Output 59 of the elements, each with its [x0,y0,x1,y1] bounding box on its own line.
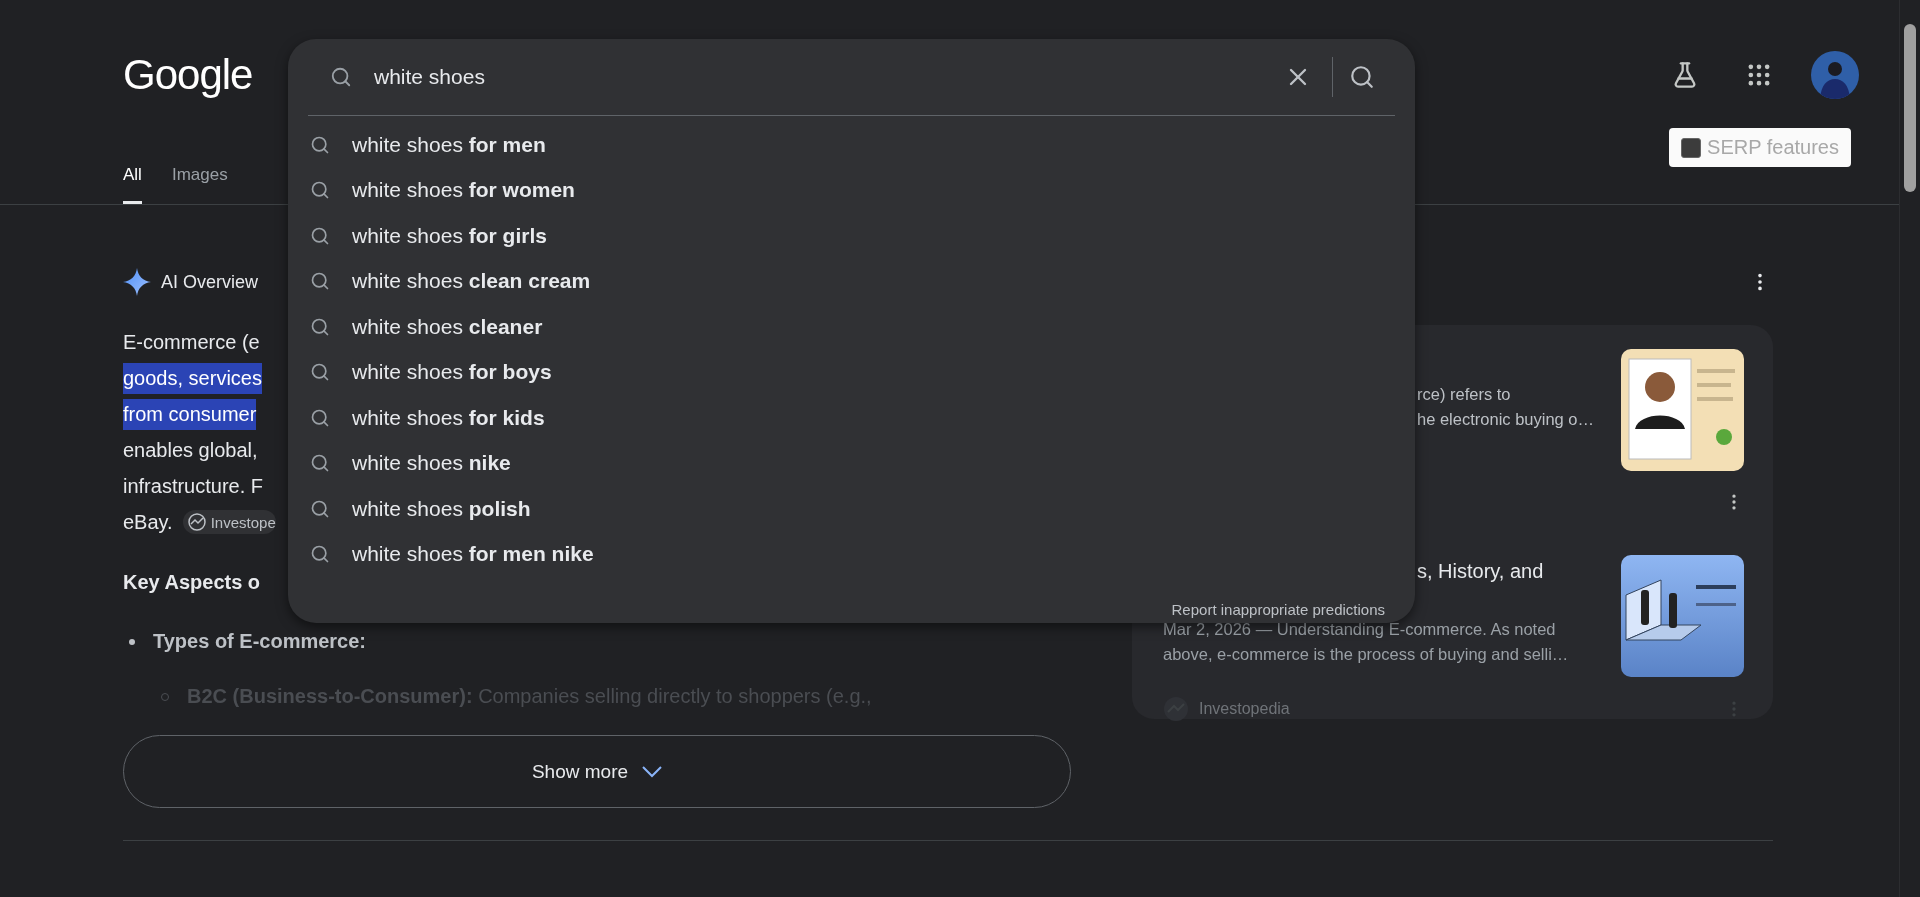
source-snippet: he electronic buying o… [1416,409,1596,430]
overview-text: from consumer [123,398,257,430]
suggestion-text[interactable]: white shoes for men nike [352,542,594,567]
search-icon [310,544,330,565]
suggestion-item[interactable]: white shoes nike [288,440,1415,486]
search-icon [310,407,330,428]
suggestion-text[interactable]: white shoes nike [352,451,511,476]
report-link[interactable]: Report inappropriate predictions [1171,600,1385,620]
suggestion-item[interactable]: white shoes polish [288,486,1415,532]
suggestion-text[interactable]: white shoes clean cream [352,269,591,294]
search-icon [330,66,352,88]
suggestion-text[interactable]: white shoes cleaner [352,314,543,339]
suggestion-item[interactable]: white shoes for men [288,122,1415,168]
overview-text: infrastructure. F [123,473,264,499]
suggestion-item[interactable]: white shoes clean cream [288,258,1415,304]
source-snippet: above, e-commerce is the process of buying and selli… [1163,644,1570,665]
avatar[interactable] [1811,51,1859,99]
ai-overview-title: AI Overview [161,271,259,293]
suggestion-text[interactable]: white shoes for boys [352,360,552,385]
source-snippet: rce) refers to [1416,384,1512,405]
suggestion-item[interactable]: white shoes cleaner [288,304,1415,350]
show-more-button[interactable]: Show more [123,735,1071,808]
search-icon [310,271,330,292]
suggestion-text[interactable]: white shoes for women [352,178,575,203]
suggestion-item[interactable]: white shoes for girls [288,213,1415,259]
search-icon [310,316,330,337]
search-icon [310,453,330,474]
suggestion-text[interactable]: white shoes for girls [352,223,547,248]
bullet-icon [129,638,135,645]
suggestion-text[interactable]: white shoes for men [352,132,546,157]
search-icon [310,225,330,246]
overview-text: E-commerce (e [123,329,260,355]
search-tab[interactable]: Images [171,165,228,204]
suggestion-item[interactable]: white shoes for kids [288,395,1415,441]
overview-text: enables global, [123,437,258,463]
chevron-icon [642,765,663,778]
overview-text: goods, services [123,362,262,394]
search-icon[interactable] [1349,64,1375,90]
search-icon [310,498,330,519]
overview-text: eBay. [123,509,173,535]
source-snippet: Mar 2, 2026 — Understanding E-commerce. As noted [1163,619,1557,640]
sparkle-icon [123,268,151,296]
search-icon [310,180,330,201]
search-icon [310,134,330,155]
suggestion-text[interactable]: white shoes for kids [352,405,545,430]
search-input[interactable]: white shoes [374,65,1284,89]
suggestion-item[interactable]: white shoes for boys [288,349,1415,395]
section-heading: Key Aspects o [123,570,261,595]
search-tab[interactable]: All [123,165,142,204]
bullet-text: Types of E-commerce: [153,630,367,653]
google-logo[interactable]: Google [123,51,253,99]
search-icon [310,362,330,383]
scrollbar-thumb[interactable] [1904,24,1916,192]
source-chip[interactable]: Investope [182,510,276,534]
suggestion-item[interactable]: white shoes for men nike [288,531,1415,577]
suggestion-item[interactable]: white shoes for women [288,167,1415,213]
source-name: Investopedia [1199,700,1291,718]
site-icon [187,513,206,531]
suggestion-text[interactable]: white shoes polish [352,496,531,521]
